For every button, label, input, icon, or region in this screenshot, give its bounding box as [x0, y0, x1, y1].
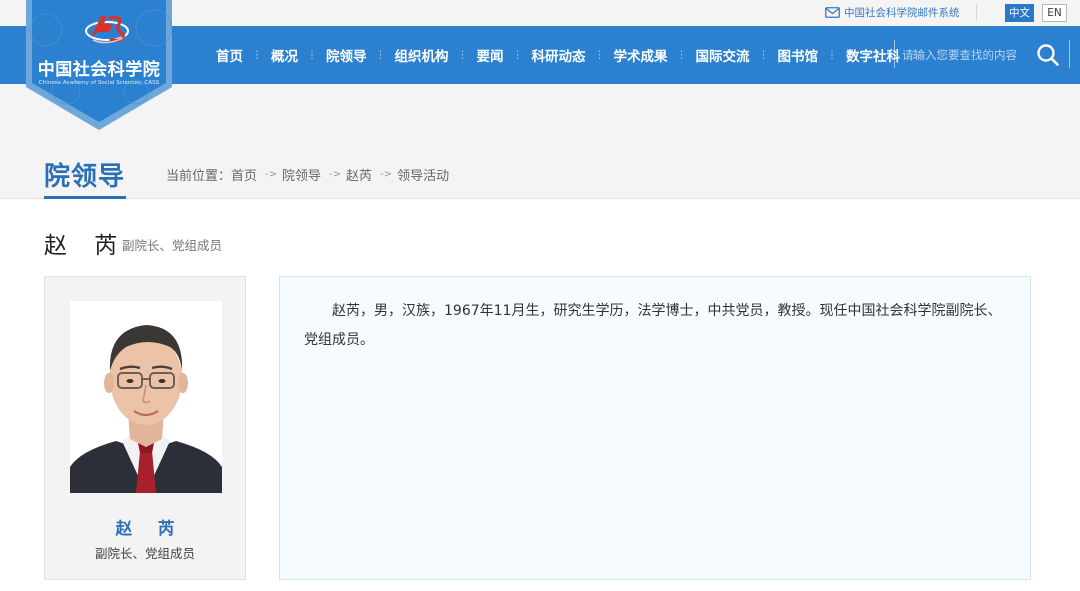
biography-text: 赵芮，男，汉族，1967年11月生，研究生学历，法学博士，中共党员，教授。现任中…	[304, 303, 1002, 348]
section-title-underline	[44, 196, 126, 199]
mail-system-link[interactable]: 中国社会科学院邮件系统	[825, 5, 960, 20]
profile-photo	[70, 301, 222, 493]
person-position: 副院长、党组成员	[122, 238, 223, 253]
breadcrumb-link-home[interactable]: 首页	[231, 165, 257, 184]
nav-item-news[interactable]: 要闻	[477, 45, 504, 65]
nav-separator: ⋮	[512, 49, 523, 61]
nav-separator: ⋮	[758, 49, 769, 61]
nav-item-leadership[interactable]: 院领导	[326, 45, 367, 65]
person-name-heading: 赵 芮	[44, 233, 128, 259]
nav-item-home[interactable]: 首页	[216, 45, 243, 65]
nav-item-international-exchange[interactable]: 国际交流	[696, 45, 750, 65]
top-divider	[976, 4, 977, 21]
breadcrumb-arrow: ->	[265, 169, 278, 180]
lang-en-button[interactable]: EN	[1042, 4, 1067, 22]
portrait-image	[70, 301, 222, 493]
breadcrumb-link-leader-activities[interactable]: 领导活动	[397, 165, 449, 184]
breadcrumb: 当前位置： 首页 -> 院领导 -> 赵芮 -> 领导活动	[166, 165, 449, 184]
breadcrumb-prefix: 当前位置：	[166, 169, 232, 184]
nav-item-overview[interactable]: 概况	[271, 45, 298, 65]
nav-separator: ⋮	[307, 49, 317, 61]
nav-item-academic-results[interactable]: 学术成果	[614, 45, 668, 65]
search-icon	[1037, 44, 1059, 66]
cass-emblem-icon	[85, 16, 129, 44]
nav-separator: ⋮	[375, 49, 386, 61]
nav-right-divider	[1069, 40, 1070, 68]
nav-item-organization[interactable]: 组织机构	[395, 45, 449, 65]
nav-separator: ⋮	[457, 49, 468, 61]
profile-card: 赵 芮 副院长、党组成员	[44, 276, 246, 580]
site-logo[interactable]: 中国社会科学院 Chinese Academy of Social Scienc…	[26, 0, 172, 130]
breadcrumb-arrow: ->	[329, 169, 342, 180]
nav-item-library[interactable]: 图书馆	[778, 45, 819, 65]
breadcrumb-link-leadership[interactable]: 院领导	[282, 165, 321, 184]
search-button[interactable]	[1036, 43, 1060, 67]
nav-separator: ⋮	[594, 49, 605, 61]
biography-panel: 赵芮，男，汉族，1967年11月生，研究生学历，法学博士，中共党员，教授。现任中…	[279, 276, 1031, 580]
card-person-name: 赵 芮	[115, 519, 185, 538]
nav-separator: ⋮	[252, 49, 262, 61]
logo-subtitle: Chinese Academy of Social Sciences, CASS	[38, 80, 160, 86]
nav-separator: ⋮	[676, 49, 687, 61]
mail-icon	[825, 7, 840, 18]
page: 中国社会科学院邮件系统 中文 EN 首页 ⋮ 概况 ⋮ 院领导 ⋮ 组织机构 ⋮ 要闻 ⋮ 科研动态…	[0, 0, 1080, 591]
search-divider	[894, 40, 895, 68]
section-divider	[0, 198, 1080, 199]
mail-system-label: 中国社会科学院邮件系统	[844, 7, 960, 19]
lang-zh-button[interactable]: 中文	[1005, 4, 1034, 22]
main-nav: 首页 ⋮ 概况 ⋮ 院领导 ⋮ 组织机构 ⋮ 要闻 ⋮ 科研动态 ⋮ 学术成果 ⋮ 国际交流 ⋮ 图书馆 ⋮ 数字社…	[216, 26, 928, 84]
nav-item-research-news[interactable]: 科研动态	[532, 45, 586, 65]
card-person-position: 副院长、党组成员	[94, 546, 195, 561]
breadcrumb-arrow: ->	[380, 169, 393, 180]
search-input[interactable]	[902, 44, 1028, 66]
nav-item-digital-social-science[interactable]: 数字社科	[846, 45, 900, 65]
logo-title: 中国社会科学院	[37, 60, 161, 80]
breadcrumb-link-zhao-rui[interactable]: 赵芮	[346, 165, 372, 184]
nav-separator: ⋮	[827, 49, 837, 61]
section-title: 院领导	[44, 162, 126, 192]
